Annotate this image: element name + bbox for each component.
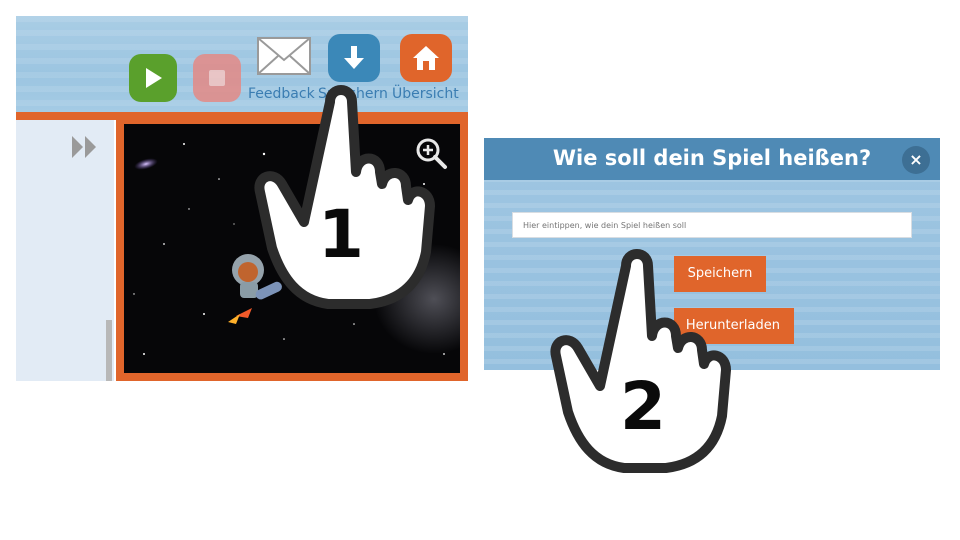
stop-button[interactable] <box>193 54 241 102</box>
play-icon <box>146 68 162 88</box>
stop-icon <box>209 70 225 86</box>
close-button[interactable]: × <box>902 146 930 174</box>
home-icon <box>413 46 439 70</box>
step-number-1: 1 <box>318 196 364 273</box>
step-number-2: 2 <box>620 368 666 445</box>
hand-pointer-icon <box>254 85 435 309</box>
download-arrow-icon <box>344 46 364 69</box>
sidebar <box>16 120 114 381</box>
game-name-input[interactable] <box>512 212 912 238</box>
start-button[interactable] <box>129 54 177 102</box>
double-chevron-right-icon <box>72 136 96 158</box>
sidebar-expand-button[interactable] <box>70 134 100 164</box>
sidebar-scrollbar[interactable] <box>106 320 112 381</box>
dialog-title: Wie soll dein Spiel heißen? <box>552 146 872 170</box>
